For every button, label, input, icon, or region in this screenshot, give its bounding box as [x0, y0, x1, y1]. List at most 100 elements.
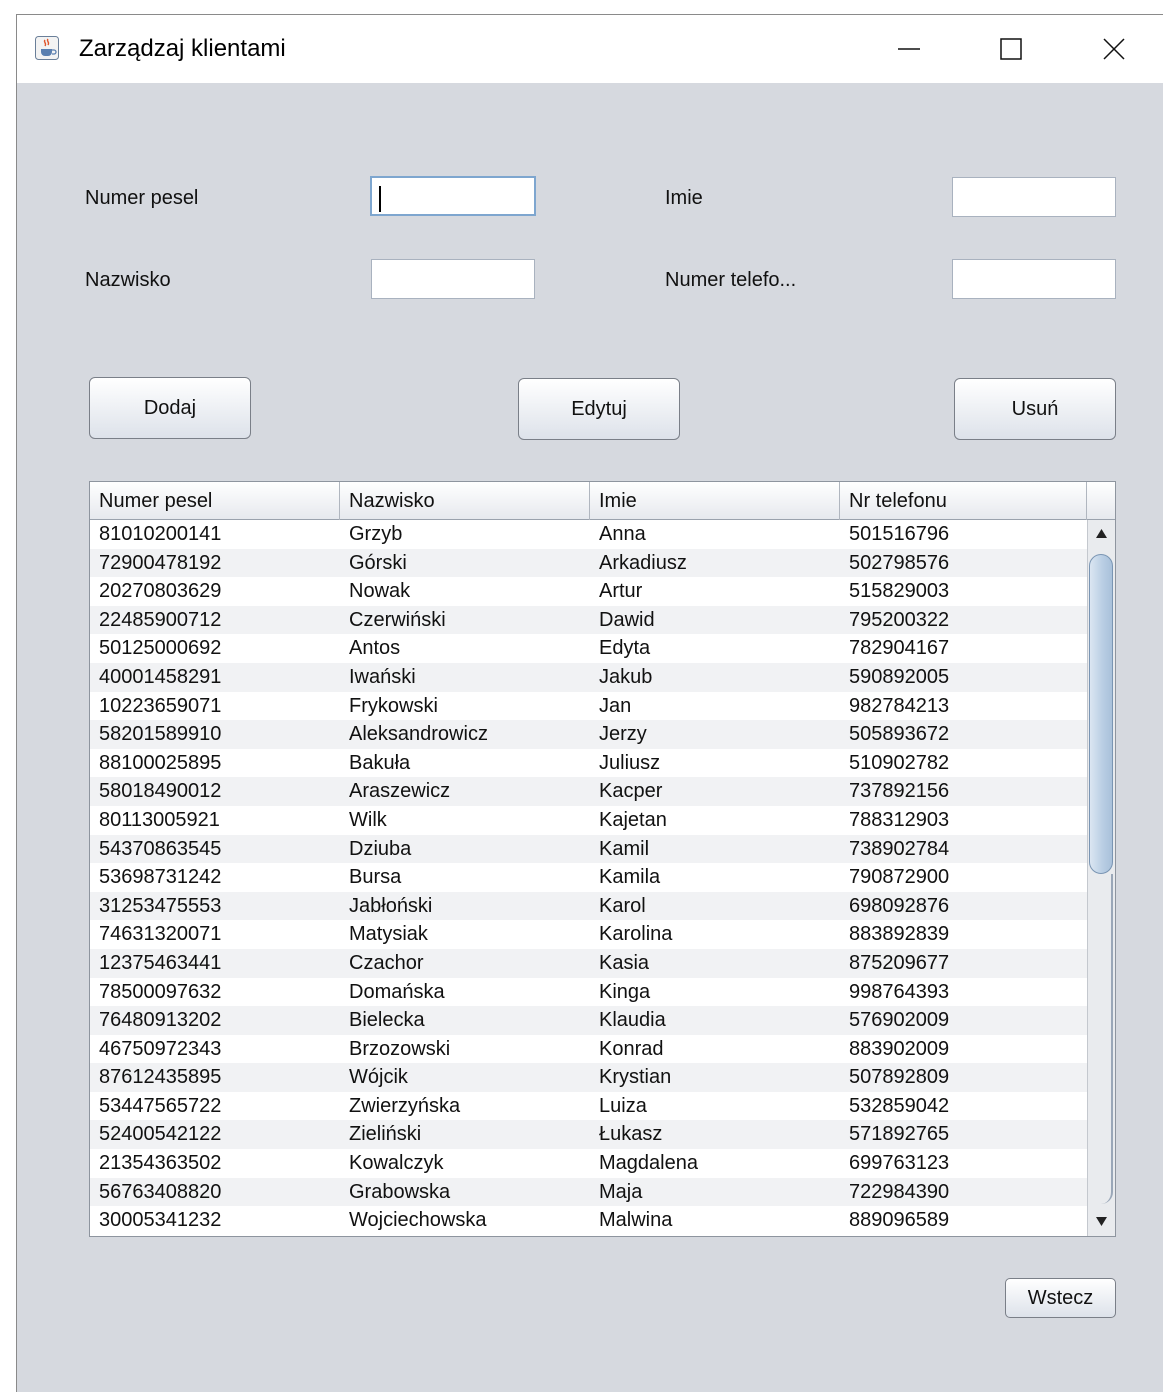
cell-imie: Artur — [599, 580, 643, 603]
table-row[interactable]: 54370863545 Dziuba Kamil 738902784 — [90, 834, 1087, 864]
cell-pesel: 21354363502 — [99, 1152, 222, 1175]
table-row[interactable]: 31253475553 Jabłoński Karol 698092876 — [90, 891, 1087, 921]
minimize-button[interactable] — [877, 15, 941, 83]
add-button[interactable]: Dodaj — [89, 377, 251, 439]
cell-nazwisko: Dziuba — [349, 837, 412, 860]
cell-pesel: 54370863545 — [99, 837, 222, 860]
table-row[interactable]: 80113005921 Wilk Kajetan 788312903 — [90, 806, 1087, 835]
cell-imie: Magdalena — [599, 1152, 698, 1175]
table-row[interactable]: 46750972343 Brzozowski Konrad 883902009 — [90, 1035, 1087, 1064]
cell-nazwisko: Wójcik — [349, 1066, 408, 1089]
scroll-up-button[interactable] — [1088, 520, 1115, 548]
cell-nazwisko: Domańska — [349, 980, 445, 1003]
table-row[interactable]: 58018490012 Araszewicz Kacper 737892156 — [90, 777, 1087, 806]
cell-telefon: 502798576 — [849, 551, 950, 574]
maximize-icon — [1000, 38, 1022, 60]
table-body: 81010200141 Grzyb Anna 501516796 72900478192… — [90, 520, 1087, 1235]
cell-nazwisko: Iwański — [349, 665, 416, 688]
cell-telefon: 982784213 — [849, 694, 950, 717]
table-row[interactable]: 53447565722 Zwierzyńska Luiza 532859042 — [90, 1092, 1087, 1121]
cell-telefon: 501516796 — [849, 523, 950, 545]
cell-imie: Karol — [599, 894, 646, 917]
cell-imie: Łukasz — [599, 1123, 663, 1146]
table-row[interactable]: 40001458291 Iwański Jakub 590892005 — [90, 662, 1087, 692]
table-row[interactable]: 72900478192 Górski Arkadiusz 502798576 — [90, 548, 1087, 578]
arrow-up-icon — [1096, 529, 1107, 538]
cell-pesel: 78500097632 — [99, 980, 222, 1003]
cell-imie: Kajetan — [599, 808, 667, 831]
close-button[interactable] — [1082, 15, 1146, 83]
cell-telefon: 782904167 — [849, 637, 950, 660]
imie-input[interactable] — [952, 177, 1116, 217]
cell-imie: Kamil — [599, 837, 650, 860]
close-icon — [1103, 38, 1125, 60]
cell-imie: Jan — [599, 694, 632, 717]
table-row[interactable]: 81010200141 Grzyb Anna 501516796 — [90, 520, 1087, 549]
table-row[interactable]: 88100025895 Bakuła Juliusz 510902782 — [90, 749, 1087, 778]
table-row[interactable]: 78500097632 Domańska Kinga 998764393 — [90, 978, 1087, 1007]
cell-pesel: 31253475553 — [99, 894, 222, 917]
scrollbar-thumb[interactable] — [1089, 554, 1113, 874]
cell-imie: Maja — [599, 1180, 643, 1203]
telefon-input[interactable] — [952, 259, 1116, 299]
window-title: Zarządzaj klientami — [79, 35, 286, 62]
cell-imie: Dawid — [599, 608, 655, 631]
cell-pesel: 76480913202 — [99, 1009, 222, 1032]
table-row[interactable]: 30005341232 Wojciechowska Malwina 889096589 — [90, 1206, 1087, 1235]
cell-imie: Anna — [599, 523, 646, 545]
cell-nazwisko: Matysiak — [349, 923, 428, 946]
table-row[interactable]: 52400542122 Zieliński Łukasz 571892765 — [90, 1120, 1087, 1150]
cell-pesel: 40001458291 — [99, 665, 222, 688]
table-row[interactable]: 10223659071 Frykowski Jan 982784213 — [90, 692, 1087, 721]
title-bar[interactable]: Zarządzaj klientami — [17, 15, 1163, 83]
vertical-scrollbar[interactable] — [1087, 520, 1115, 1236]
table-row[interactable]: 58201589910 Aleksandrowicz Jerzy 505893672 — [90, 720, 1087, 749]
scrollbar-track — [1089, 874, 1113, 1204]
maximize-button[interactable] — [979, 15, 1043, 83]
cell-nazwisko: Araszewicz — [349, 780, 451, 803]
pesel-input[interactable] — [370, 176, 536, 216]
table-row[interactable]: 76480913202 Bielecka Klaudia 576902009 — [90, 1006, 1087, 1035]
column-header-telefon[interactable]: Nr telefonu — [840, 482, 1087, 520]
cell-nazwisko: Antos — [349, 637, 401, 660]
cell-imie: Kamila — [599, 866, 661, 889]
cell-pesel: 20270803629 — [99, 580, 222, 603]
nazwisko-label: Nazwisko — [85, 269, 171, 291]
cell-imie: Juliusz — [599, 751, 661, 774]
cell-telefon: 590892005 — [849, 665, 950, 688]
cell-telefon: 576902009 — [849, 1009, 950, 1032]
table-row[interactable]: 22485900712 Czerwiński Dawid 795200322 — [90, 605, 1087, 635]
table-row[interactable]: 50125000692 Antos Edyta 782904167 — [90, 634, 1087, 663]
delete-button[interactable]: Usuń — [954, 378, 1116, 440]
table-row[interactable]: 74631320071 Matysiak Karolina 883892839 — [90, 920, 1087, 949]
table-row[interactable]: 56763408820 Grabowska Maja 722984390 — [90, 1177, 1087, 1207]
table-row[interactable]: 20270803629 Nowak Artur 515829003 — [90, 577, 1087, 606]
table-row[interactable]: 87612435895 Wójcik Krystian 507892809 — [90, 1063, 1087, 1092]
table-row[interactable]: 53698731242 Bursa Kamila 790872900 — [90, 863, 1087, 892]
column-header-pesel[interactable]: Numer pesel — [90, 482, 340, 520]
cell-nazwisko: Grabowska — [349, 1180, 451, 1203]
nazwisko-input[interactable] — [371, 259, 535, 299]
cell-pesel: 46750972343 — [99, 1037, 222, 1060]
column-header-imie[interactable]: Imie — [590, 482, 840, 520]
clients-table[interactable]: Numer pesel Nazwisko Imie Nr telefonu 81… — [89, 481, 1116, 1237]
cell-pesel: 74631320071 — [99, 923, 222, 946]
text-caret — [379, 186, 381, 212]
column-header-nazwisko[interactable]: Nazwisko — [340, 482, 590, 520]
cell-telefon: 795200322 — [849, 608, 950, 631]
cell-telefon: 883892839 — [849, 923, 950, 946]
cell-pesel: 72900478192 — [99, 551, 222, 574]
cell-telefon: 515829003 — [849, 580, 950, 603]
cell-pesel: 10223659071 — [99, 694, 222, 717]
scroll-down-button[interactable] — [1088, 1208, 1115, 1236]
cell-telefon: 738902784 — [849, 837, 950, 860]
table-row[interactable]: 21354363502 Kowalczyk Magdalena 699763123 — [90, 1149, 1087, 1178]
back-button[interactable]: Wstecz — [1005, 1278, 1116, 1318]
cell-nazwisko: Grzyb — [349, 523, 403, 545]
cell-pesel: 53447565722 — [99, 1094, 222, 1117]
cell-telefon: 505893672 — [849, 723, 950, 746]
table-row[interactable]: 12375463441 Czachor Kasia 875209677 — [90, 948, 1087, 978]
cell-pesel: 53698731242 — [99, 866, 222, 889]
cell-pesel: 22485900712 — [99, 608, 222, 631]
edit-button[interactable]: Edytuj — [518, 378, 680, 440]
